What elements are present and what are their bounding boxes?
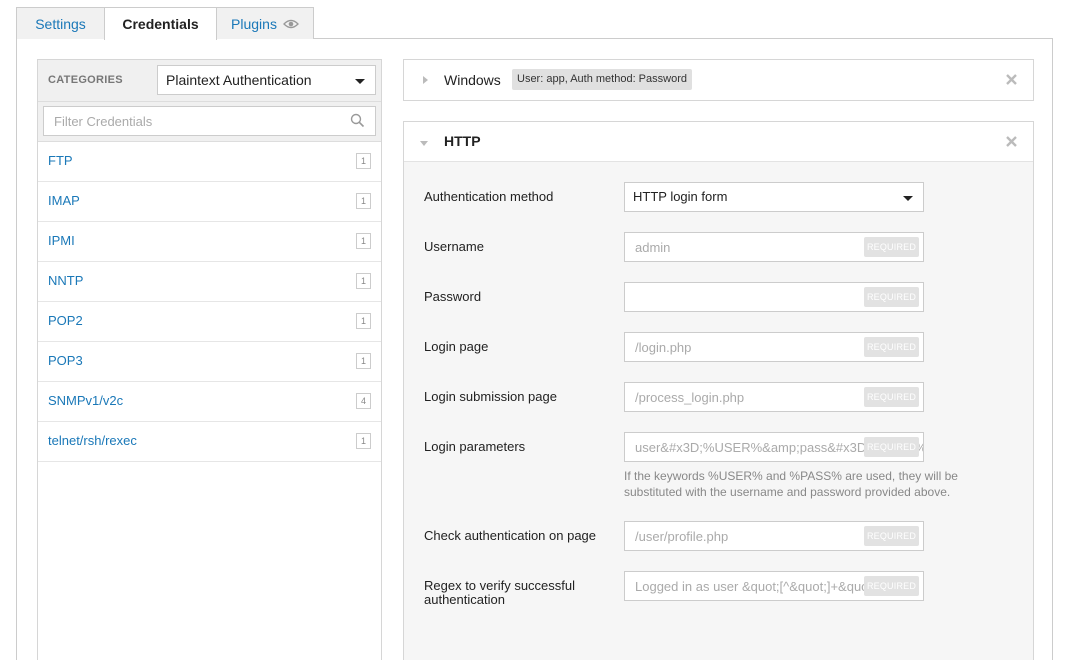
- sidebar-item-label: IMAP: [48, 193, 80, 208]
- credential-windows: Windows User: app, Auth method: Password: [403, 59, 1034, 101]
- check-auth-placeholder: /user/profile.php: [635, 529, 729, 544]
- required-badge: REQUIRED: [864, 237, 919, 257]
- tab-plugins[interactable]: Plugins: [216, 7, 314, 39]
- sidebar-item-label: NNTP: [48, 273, 84, 288]
- password-label: Password: [424, 289, 482, 304]
- count-badge: 1: [356, 353, 371, 369]
- sidebar-item-nntp[interactable]: NNTP 1: [38, 262, 381, 302]
- sidebar-item-pop2[interactable]: POP2 1: [38, 302, 381, 342]
- count-badge: 1: [356, 433, 371, 449]
- sidebar-item-imap[interactable]: IMAP 1: [38, 182, 381, 222]
- tab-plugins-label: Plugins: [231, 15, 277, 32]
- login-page-label: Login page: [424, 339, 489, 354]
- username-field[interactable]: admin REQUIRED: [624, 232, 924, 262]
- password-field[interactable]: REQUIRED: [624, 282, 924, 312]
- eye-icon: [283, 19, 299, 29]
- username-placeholder: admin: [635, 240, 671, 255]
- login-params-field[interactable]: user&#x3D;%USER%&amp;pass&#x3D;%PASS% RE…: [624, 432, 924, 462]
- sidebar-item-label: SNMPv1/v2c: [48, 393, 124, 408]
- filter-placeholder: Filter Credentials: [54, 114, 153, 129]
- caret-down-icon: [903, 196, 913, 201]
- login-page-placeholder: /login.php: [635, 340, 692, 355]
- count-badge: 4: [356, 393, 371, 409]
- tab-bar: Settings Credentials Plugins: [16, 7, 314, 40]
- required-badge: REQUIRED: [864, 337, 919, 357]
- credential-windows-title: Windows: [444, 72, 501, 88]
- login-params-help: If the keywords %USER% and %PASS% are us…: [624, 469, 958, 499]
- category-select-value: Plaintext Authentication: [166, 72, 312, 88]
- required-badge: REQUIRED: [864, 287, 919, 307]
- credential-summary-badge: User: app, Auth method: Password: [512, 69, 692, 90]
- count-badge: 1: [356, 313, 371, 329]
- tab-settings-label: Settings: [35, 15, 86, 32]
- sidebar-item-snmp[interactable]: SNMPv1/v2c 4: [38, 382, 381, 422]
- regex-field[interactable]: Logged in as user &quot;[^&quot;]+&quot;…: [624, 571, 924, 601]
- credential-http-header[interactable]: HTTP: [404, 122, 1033, 162]
- categories-sidebar: CATEGORIES Plaintext Authentication Filt…: [37, 59, 382, 660]
- sidebar-item-telnet[interactable]: telnet/rsh/rexec 1: [38, 422, 381, 462]
- count-badge: 1: [356, 153, 371, 169]
- tab-settings[interactable]: Settings: [16, 7, 105, 39]
- expand-icon[interactable]: [423, 76, 428, 84]
- regex-placeholder: Logged in as user &quot;[^&quot;]+&quot;: [635, 579, 876, 594]
- category-select[interactable]: Plaintext Authentication: [157, 65, 376, 95]
- credential-type-list: FTP 1 IMAP 1 IPMI 1 NNTP 1 POP2 1 POP3 1 SNMPv…: [38, 142, 381, 462]
- close-icon[interactable]: [1006, 73, 1017, 88]
- login-params-label: Login parameters: [424, 439, 526, 454]
- required-badge: REQUIRED: [864, 576, 919, 596]
- auth-method-select[interactable]: HTTP login form: [624, 182, 924, 212]
- required-badge: REQUIRED: [864, 387, 919, 407]
- filter-credentials-input[interactable]: Filter Credentials: [43, 106, 376, 136]
- categories-label: CATEGORIES: [48, 74, 123, 86]
- sidebar-item-label: POP3: [48, 353, 83, 368]
- check-auth-label: Check authentication on page: [424, 528, 597, 543]
- auth-method-value: HTTP login form: [633, 189, 728, 204]
- login-page-field[interactable]: /login.php REQUIRED: [624, 332, 924, 362]
- check-auth-field[interactable]: /user/profile.php REQUIRED: [624, 521, 924, 551]
- credential-windows-header[interactable]: Windows User: app, Auth method: Password: [404, 60, 1033, 100]
- username-label: Username: [424, 239, 484, 254]
- tab-credentials-label: Credentials: [122, 16, 199, 32]
- count-badge: 1: [356, 273, 371, 289]
- credential-http-title: HTTP: [444, 133, 481, 149]
- required-badge: REQUIRED: [864, 437, 919, 457]
- tab-credentials[interactable]: Credentials: [104, 7, 217, 40]
- regex-label: Regex to verify successful authenticatio…: [424, 578, 576, 607]
- count-badge: 1: [356, 193, 371, 209]
- sidebar-item-pop3[interactable]: POP3 1: [38, 342, 381, 382]
- credential-http: HTTP Authentication method HTTP login fo…: [403, 121, 1034, 660]
- categories-header: CATEGORIES Plaintext Authentication: [38, 60, 381, 102]
- login-submission-label: Login submission page: [424, 389, 557, 404]
- login-submission-field[interactable]: /process_login.php REQUIRED: [624, 382, 924, 412]
- auth-method-label: Authentication method: [424, 189, 554, 204]
- sidebar-item-ftp[interactable]: FTP 1: [38, 142, 381, 182]
- sidebar-item-label: POP2: [48, 313, 83, 328]
- sidebar-item-label: IPMI: [48, 233, 75, 248]
- login-submission-placeholder: /process_login.php: [635, 390, 745, 405]
- search-icon: [350, 113, 365, 131]
- caret-down-icon: [355, 79, 365, 84]
- close-icon[interactable]: [1006, 135, 1017, 150]
- sidebar-item-label: FTP: [48, 153, 73, 168]
- count-badge: 1: [356, 233, 371, 249]
- sidebar-item-label: telnet/rsh/rexec: [48, 433, 137, 448]
- required-badge: REQUIRED: [864, 526, 919, 546]
- sidebar-item-ipmi[interactable]: IPMI 1: [38, 222, 381, 262]
- filter-bar: Filter Credentials: [38, 102, 381, 142]
- collapse-icon[interactable]: [420, 141, 428, 146]
